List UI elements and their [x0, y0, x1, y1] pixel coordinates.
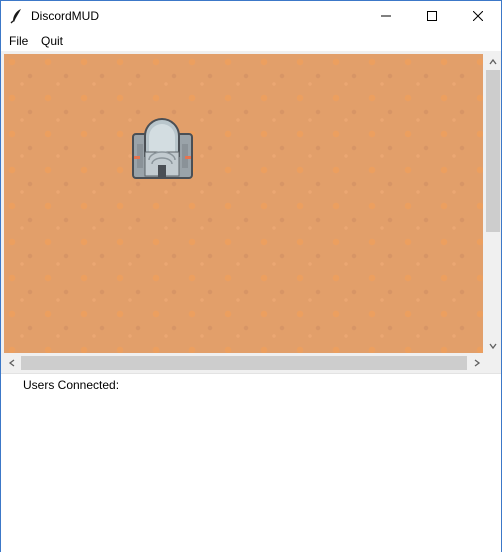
map-canvas[interactable] [4, 54, 483, 353]
chevron-up-icon [489, 58, 497, 65]
users-connected-label: Users Connected: [23, 378, 120, 392]
horizontal-scrollbar[interactable] [4, 355, 485, 371]
chevron-down-icon [489, 343, 497, 350]
vertical-scroll-thumb[interactable] [486, 70, 500, 232]
app-window: DiscordMUD File Quit Users Connected: [0, 0, 502, 552]
close-icon [473, 11, 483, 21]
scroll-down-button[interactable] [485, 338, 501, 354]
close-button[interactable] [455, 1, 501, 31]
building-icon[interactable] [131, 116, 194, 181]
menu-bar: File Quit [1, 31, 501, 51]
vertical-scrollbar[interactable] [485, 54, 501, 354]
scroll-left-button[interactable] [4, 355, 20, 371]
maximize-icon [427, 11, 437, 21]
window-title: DiscordMUD [31, 9, 100, 23]
menu-quit[interactable]: Quit [41, 34, 63, 48]
feather-icon [10, 8, 24, 24]
menu-file[interactable]: File [9, 34, 28, 48]
title-bar[interactable]: DiscordMUD [1, 1, 501, 31]
scroll-right-button[interactable] [469, 355, 485, 371]
maximize-button[interactable] [409, 1, 455, 31]
minimize-icon [381, 15, 391, 17]
minimize-button[interactable] [363, 1, 409, 31]
scroll-up-button[interactable] [485, 54, 501, 70]
horizontal-scroll-thumb[interactable] [21, 356, 467, 370]
chevron-right-icon [474, 359, 481, 367]
users-panel: Users Connected: [1, 373, 501, 552]
chevron-left-icon [8, 359, 15, 367]
